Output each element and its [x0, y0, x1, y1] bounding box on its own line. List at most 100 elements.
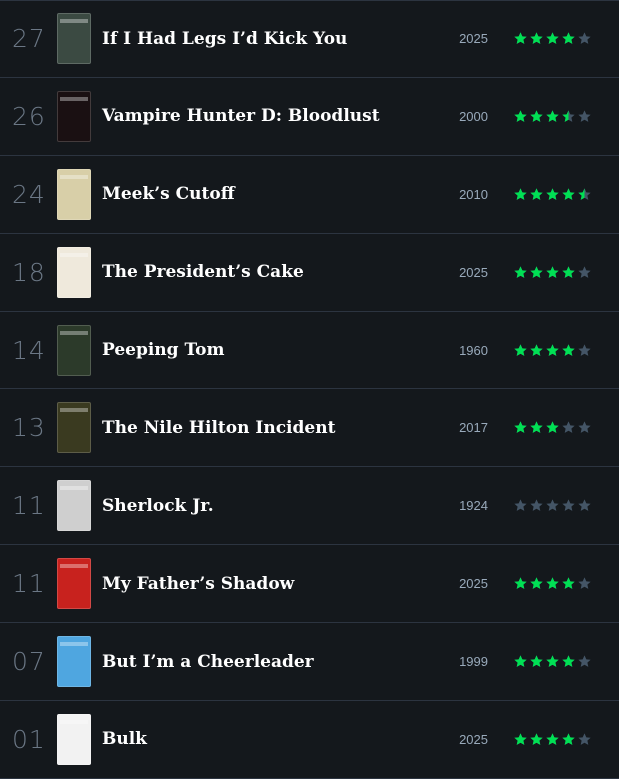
film-title-link[interactable]: If I Had Legs I’d Kick You: [102, 29, 347, 49]
star-icon: [562, 343, 575, 356]
poster-thumbnail[interactable]: [57, 324, 91, 376]
star-icon: [578, 32, 591, 45]
star-icon: [530, 655, 543, 667]
film-row[interactable]: 07 But I’m a Cheerleader 1999: [0, 623, 619, 702]
star-icon: [546, 110, 559, 122]
star-icon: [578, 733, 591, 745]
star-icon: [546, 499, 559, 512]
film-title-link[interactable]: The Nile Hilton Incident: [102, 418, 335, 438]
film-list: 27 If I Had Legs I’d Kick You 2025 26 Vampir…: [0, 0, 619, 779]
film-title-link[interactable]: My Father’s Shadow: [102, 574, 294, 594]
star-icon: [562, 655, 575, 667]
rank-number: 24: [12, 179, 46, 209]
release-year: 2010: [459, 186, 488, 202]
film-row[interactable]: 11 My Father’s Shadow 2025: [0, 545, 619, 624]
film-title-link[interactable]: Bulk: [102, 729, 147, 749]
poster-thumbnail[interactable]: [57, 90, 91, 142]
rank-number: 11: [12, 491, 46, 521]
film-row[interactable]: 14 Peeping Tom 1960: [0, 312, 619, 390]
star-icon: [546, 733, 559, 745]
star-icon: [578, 499, 591, 512]
star-icon: [562, 421, 575, 434]
star-icon: [562, 577, 575, 590]
release-year: 1960: [459, 342, 488, 358]
star-icon: [514, 188, 527, 200]
film-row[interactable]: 26 Vampire Hunter D: Bloodlust 2000: [0, 78, 619, 156]
poster-thumbnail[interactable]: [57, 480, 91, 532]
star-icon: [562, 499, 575, 512]
star-icon: [514, 421, 527, 434]
film-title-link[interactable]: Vampire Hunter D: Bloodlust: [102, 106, 380, 126]
release-year: 2025: [459, 264, 488, 280]
star-icon: [530, 733, 543, 745]
star-rating: [513, 420, 592, 435]
star-icon: [562, 32, 575, 45]
poster-thumbnail[interactable]: [57, 246, 91, 298]
star-icon: [514, 655, 527, 667]
star-icon: [546, 188, 559, 200]
film-title-link[interactable]: Sherlock Jr.: [102, 496, 214, 516]
poster-thumbnail[interactable]: [57, 713, 91, 765]
star-icon: [546, 32, 559, 45]
star-icon: [578, 655, 591, 667]
film-row[interactable]: 01 Bulk 2025: [0, 701, 619, 779]
film-row[interactable]: 27 If I Had Legs I’d Kick You 2025: [0, 0, 619, 78]
star-icon: [578, 343, 591, 356]
star-icon: [546, 577, 559, 590]
star-icon: [578, 421, 591, 434]
rank-number: 26: [12, 101, 46, 131]
star-icon: [530, 421, 543, 434]
star-icon: [514, 32, 527, 45]
star-icon: [514, 110, 527, 122]
rank-number: 07: [12, 647, 46, 677]
star-icon: [562, 188, 575, 200]
release-year: 2025: [459, 731, 488, 747]
star-icon: [514, 265, 527, 278]
star-icon: [578, 188, 591, 200]
rank-number: 01: [12, 724, 46, 754]
star-icon: [514, 733, 527, 745]
rank-number: 11: [12, 569, 46, 599]
star-icon: [578, 265, 591, 278]
film-row[interactable]: 11 Sherlock Jr. 1924: [0, 467, 619, 546]
star-icon: [562, 110, 575, 122]
poster-thumbnail[interactable]: [57, 402, 91, 454]
rank-number: 27: [12, 24, 46, 54]
star-icon: [530, 265, 543, 278]
film-title-link[interactable]: Meek’s Cutoff: [102, 184, 235, 204]
star-icon: [514, 343, 527, 356]
star-rating: [513, 343, 592, 358]
poster-thumbnail[interactable]: [57, 13, 91, 65]
release-year: 2025: [459, 576, 488, 592]
star-icon: [546, 265, 559, 278]
star-icon: [578, 110, 591, 122]
star-icon: [514, 499, 527, 512]
star-icon: [546, 343, 559, 356]
poster-thumbnail[interactable]: [57, 636, 91, 688]
star-icon: [530, 110, 543, 122]
star-icon: [562, 733, 575, 745]
rank-number: 13: [12, 413, 46, 443]
film-title-link[interactable]: The President’s Cake: [102, 262, 304, 282]
release-year: 2025: [459, 31, 488, 47]
rank-number: 18: [12, 257, 46, 287]
film-title-link[interactable]: But I’m a Cheerleader: [102, 652, 314, 672]
star-rating: [513, 31, 592, 46]
star-rating: [513, 498, 592, 513]
film-row[interactable]: 24 Meek’s Cutoff 2010: [0, 156, 619, 234]
star-rating: [513, 187, 592, 202]
film-title-link[interactable]: Peeping Tom: [102, 340, 225, 360]
star-icon: [546, 421, 559, 434]
poster-thumbnail[interactable]: [57, 558, 91, 610]
star-rating: [513, 732, 592, 747]
star-icon: [578, 577, 591, 590]
star-icon: [530, 32, 543, 45]
star-icon: [530, 188, 543, 200]
star-rating: [513, 576, 592, 591]
star-icon: [530, 499, 543, 512]
film-row[interactable]: 18 The President’s Cake 2025: [0, 234, 619, 312]
poster-thumbnail[interactable]: [57, 168, 91, 220]
film-row[interactable]: 13 The Nile Hilton Incident 2017: [0, 389, 619, 468]
star-icon: [530, 577, 543, 590]
star-icon: [514, 577, 527, 590]
